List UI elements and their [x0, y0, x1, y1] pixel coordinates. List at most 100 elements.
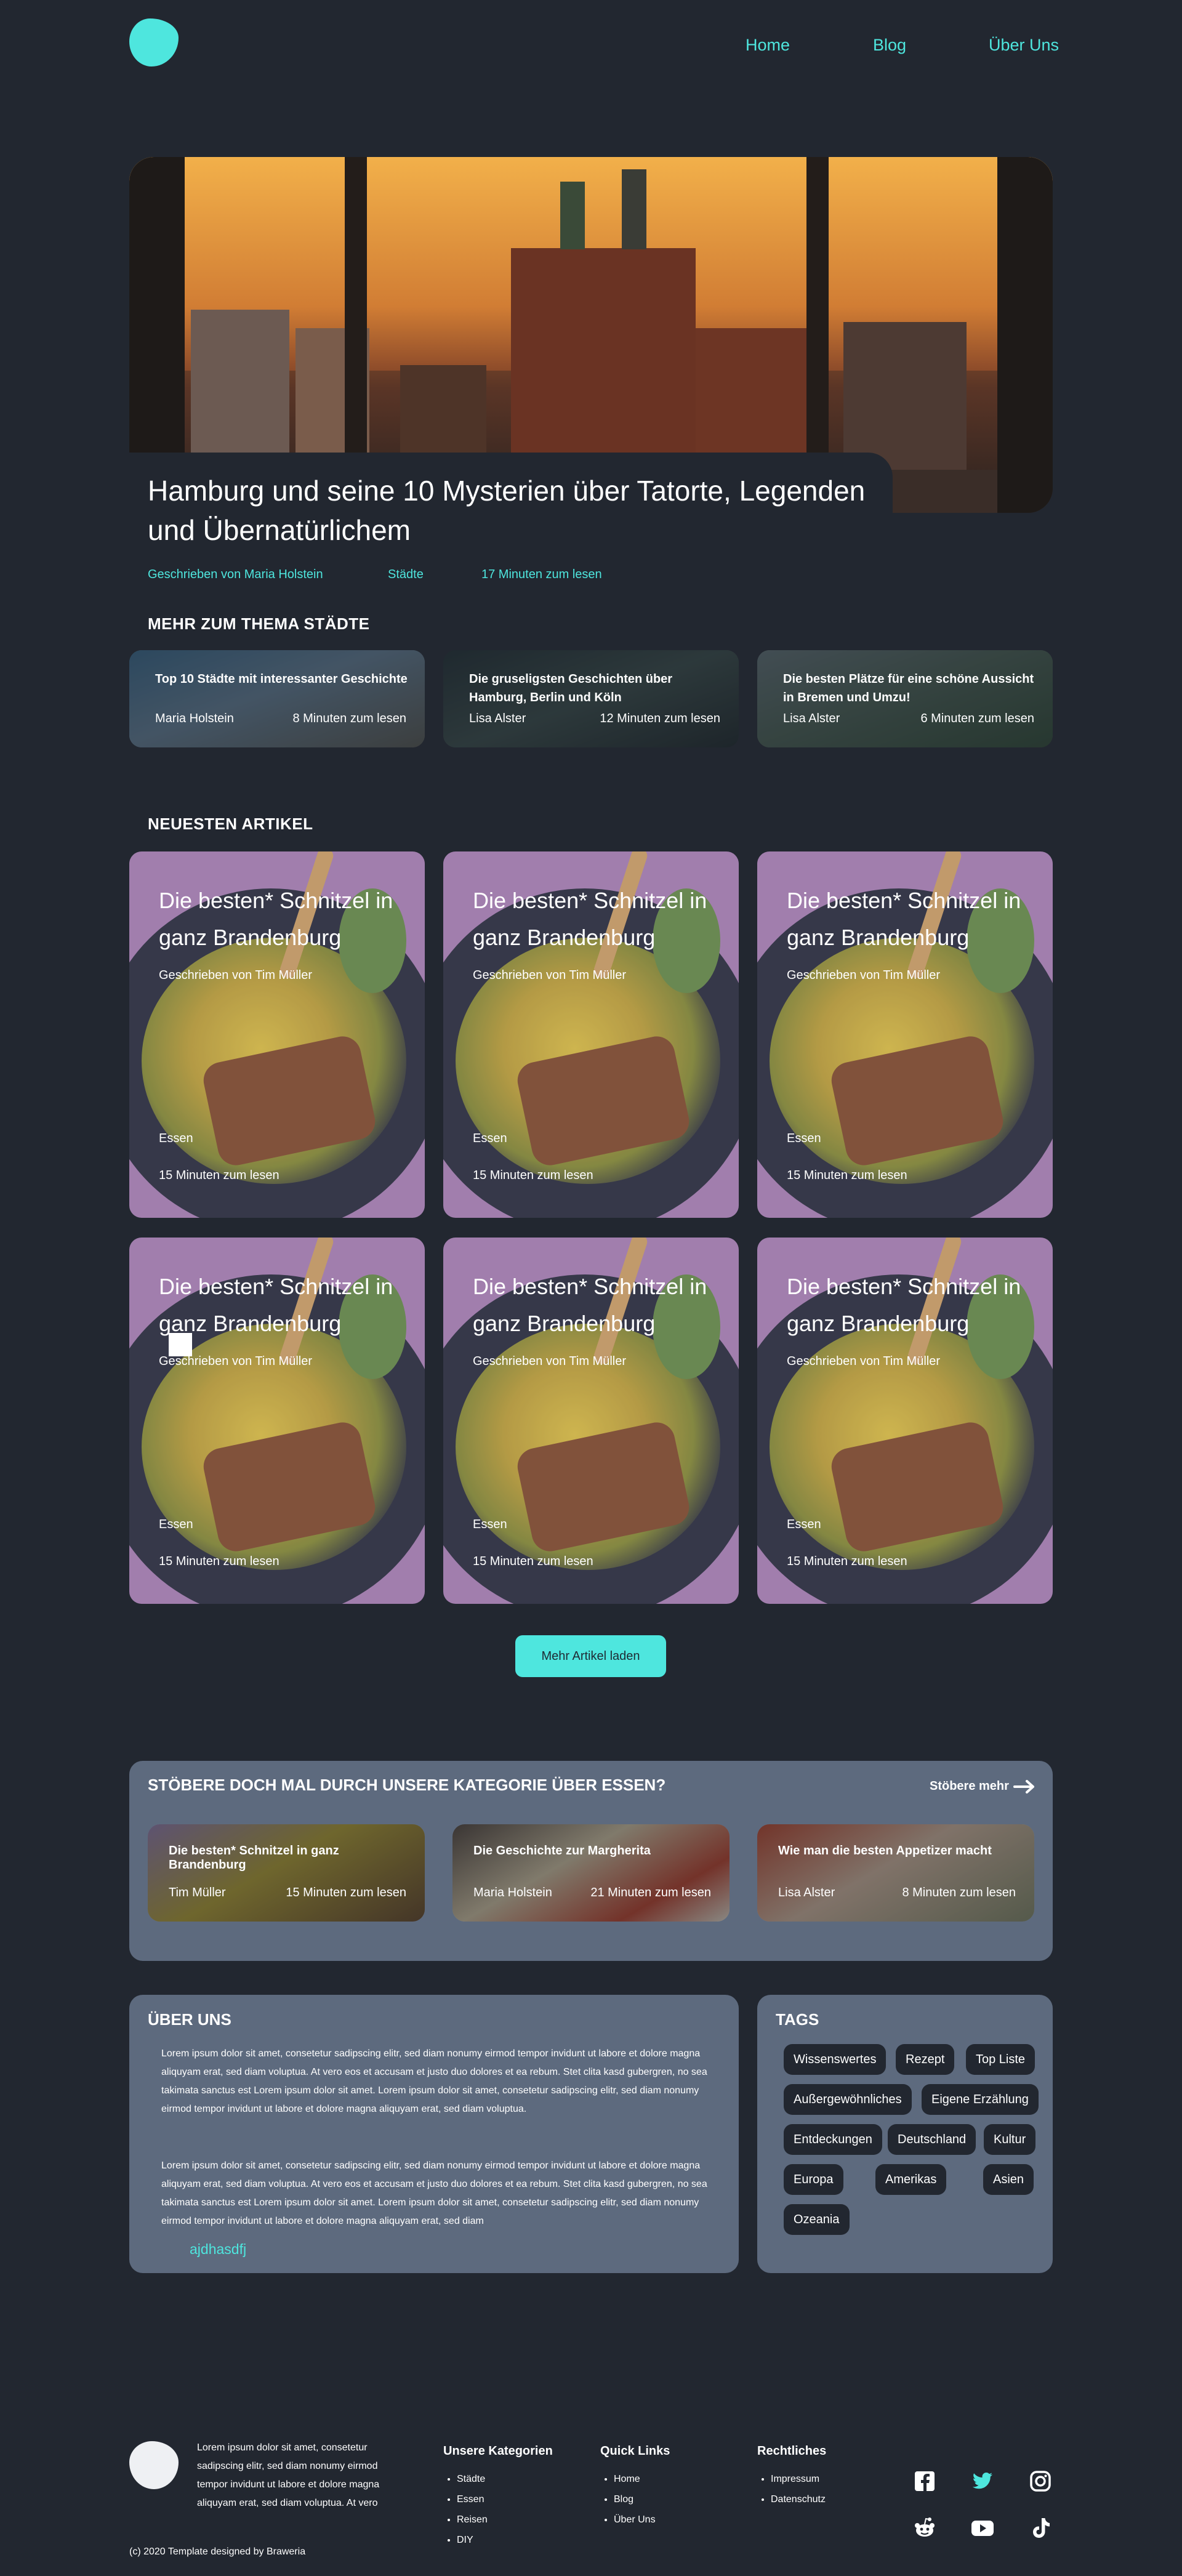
reddit-icon[interactable]: [912, 2516, 937, 2540]
article-category: Essen: [473, 1132, 507, 1145]
footer-categories-list: Städte Essen Reisen DIY: [443, 2469, 488, 2550]
hero-caption: Hamburg und seine 10 Mysterien über Tato…: [129, 453, 893, 579]
tag-kultur[interactable]: Kultur: [984, 2124, 1036, 2155]
article-category: Essen: [473, 1518, 507, 1531]
category-card[interactable]: Die besten* Schnitzel in ganz Brandenbur…: [148, 1824, 425, 1922]
related-card-author: Lisa Alster: [469, 712, 526, 725]
footer-link-reisen[interactable]: Reisen: [457, 2514, 488, 2525]
article-category: Essen: [159, 1132, 193, 1145]
tag-entdeckungen[interactable]: Entdeckungen: [784, 2124, 882, 2155]
related-card[interactable]: Die gruseligsten Geschichten über Hambur…: [443, 650, 739, 747]
category-card-title: Die besten* Schnitzel in ganz Brandenbur…: [169, 1844, 339, 1872]
arrow-right-icon[interactable]: [1013, 1779, 1035, 1795]
footer-legal-heading: Rechtliches: [757, 2444, 827, 2458]
related-card-time: 6 Minuten zum lesen: [920, 712, 1034, 725]
article-read-time: 15 Minuten zum lesen: [159, 1555, 279, 1568]
footer-legal-list: Impressum Datenschutz: [757, 2469, 826, 2510]
related-card[interactable]: Die besten Plätze für eine schöne Aussic…: [757, 650, 1053, 747]
category-card-time: 15 Minuten zum lesen: [286, 1886, 406, 1899]
load-more-button[interactable]: Mehr Artikel laden: [515, 1635, 666, 1677]
tag-deutschland[interactable]: Deutschland: [888, 2124, 976, 2155]
category-card-time: 21 Minuten zum lesen: [590, 1886, 711, 1899]
site-logo[interactable]: [129, 18, 179, 66]
tag-ozeania[interactable]: Ozeania: [784, 2204, 850, 2235]
tag-top-liste[interactable]: Top Liste: [966, 2044, 1035, 2075]
related-card-title: Top 10 Städte mit interessanter Geschich…: [155, 672, 408, 686]
footer-link-diy[interactable]: DIY: [457, 2535, 473, 2545]
hero-title[interactable]: Hamburg und seine 10 Mysterien über Tato…: [148, 471, 874, 550]
twitter-icon[interactable]: [970, 2469, 995, 2493]
nav-about[interactable]: Über Uns: [989, 36, 1059, 55]
instagram-icon[interactable]: [1028, 2469, 1053, 2493]
article-card[interactable]: Die besten* Schnitzel in ganz Brandenbur…: [443, 851, 739, 1218]
related-card-author: Lisa Alster: [783, 712, 840, 725]
footer-quicklinks-list: Home Blog Über Uns: [600, 2469, 656, 2530]
article-read-time: 15 Minuten zum lesen: [159, 1169, 279, 1182]
latest-heading: NEUESTEN ARTIKEL: [148, 815, 313, 833]
hero-read-time: 17 Minuten zum lesen: [481, 568, 602, 581]
article-category: Essen: [787, 1518, 821, 1531]
category-card-title: Wie man die besten Appetizer macht: [778, 1844, 992, 1858]
footer-link-home[interactable]: Home: [614, 2474, 640, 2484]
tag-eigene-erzaehlung[interactable]: Eigene Erzählung: [922, 2084, 1039, 2115]
tag-asien[interactable]: Asien: [983, 2164, 1034, 2195]
article-title: Die besten* Schnitzel in ganz Brandenbur…: [787, 1274, 1021, 1336]
footer-link-about[interactable]: Über Uns: [614, 2514, 656, 2525]
article-title: Die besten* Schnitzel in ganz Brandenbur…: [787, 888, 1021, 950]
article-card[interactable]: Die besten* Schnitzel in ganz Brandenbur…: [129, 851, 425, 1218]
category-card-time: 8 Minuten zum lesen: [902, 1886, 1016, 1899]
article-author: Geschrieben von Tim Müller: [473, 968, 626, 982]
about-panel: [129, 1995, 739, 2273]
tag-rezept[interactable]: Rezept: [896, 2044, 955, 2075]
about-paragraph: Lorem ipsum dolor sit amet, consetetur s…: [161, 2048, 707, 2114]
footer-link-essen[interactable]: Essen: [457, 2494, 484, 2505]
tag-wissenswertes[interactable]: Wissenswertes: [784, 2044, 886, 2075]
broken-image-placeholder: [169, 1333, 192, 1356]
article-card[interactable]: Die besten* Schnitzel in ganz Brandenbur…: [443, 1238, 739, 1604]
category-card-author: Lisa Alster: [778, 1886, 835, 1899]
about-heading: ÜBER UNS: [148, 2010, 231, 2029]
footer-quicklinks-heading: Quick Links: [600, 2444, 670, 2458]
category-card-author: Tim Müller: [169, 1886, 226, 1899]
nav-blog[interactable]: Blog: [873, 36, 906, 55]
article-title: Die besten* Schnitzel in ganz Brandenbur…: [159, 888, 393, 950]
footer-link-datenschutz[interactable]: Datenschutz: [771, 2494, 826, 2505]
article-category: Essen: [787, 1132, 821, 1145]
browse-more-link[interactable]: Stöbere mehr: [930, 1779, 1009, 1793]
related-card-title: Die besten Plätze für eine schöne Aussic…: [783, 672, 1034, 704]
category-card[interactable]: Wie man die besten Appetizer macht Lisa …: [757, 1824, 1034, 1922]
article-title: Die besten* Schnitzel in ganz Brandenbur…: [473, 1274, 707, 1336]
youtube-icon[interactable]: [970, 2516, 995, 2540]
about-link[interactable]: ajdhasdfj: [190, 2241, 246, 2258]
article-read-time: 15 Minuten zum lesen: [787, 1555, 907, 1568]
tag-amerikas[interactable]: Amerikas: [875, 2164, 947, 2195]
category-card-author: Maria Holstein: [473, 1886, 552, 1899]
tag-europa[interactable]: Europa: [784, 2164, 843, 2195]
article-title: Die besten* Schnitzel in ganz Brandenbur…: [473, 888, 707, 950]
related-card[interactable]: Top 10 Städte mit interessanter Geschich…: [129, 650, 425, 747]
category-heading: STÖBERE DOCH MAL DURCH UNSERE KATEGORIE …: [148, 1776, 666, 1794]
footer-logo[interactable]: [129, 2441, 179, 2489]
tiktok-icon[interactable]: [1028, 2516, 1053, 2540]
article-card[interactable]: Die besten* Schnitzel in ganz Brandenbur…: [757, 1238, 1053, 1604]
category-card-title: Die Geschichte zur Margherita: [473, 1844, 651, 1858]
related-card-time: 8 Minuten zum lesen: [292, 712, 406, 725]
article-author: Geschrieben von Tim Müller: [159, 968, 312, 982]
article-author: Geschrieben von Tim Müller: [159, 1354, 312, 1368]
article-author: Geschrieben von Tim Müller: [473, 1354, 626, 1368]
article-category: Essen: [159, 1518, 193, 1531]
article-read-time: 15 Minuten zum lesen: [473, 1169, 593, 1182]
footer-link-impressum[interactable]: Impressum: [771, 2474, 819, 2484]
article-card[interactable]: Die besten* Schnitzel in ganz Brandenbur…: [757, 851, 1053, 1218]
facebook-icon[interactable]: [912, 2469, 937, 2493]
related-card-time: 12 Minuten zum lesen: [600, 712, 720, 725]
footer-link-blog[interactable]: Blog: [614, 2494, 633, 2505]
hero-category[interactable]: Städte: [388, 568, 424, 582]
footer-categories-heading: Unsere Kategorien: [443, 2444, 553, 2458]
article-card[interactable]: Die besten* Schnitzel in ganz Brandenbur…: [129, 1238, 425, 1604]
tag-aussergewoehnliches[interactable]: Außergewöhnliches: [784, 2084, 912, 2115]
nav-home[interactable]: Home: [746, 36, 790, 55]
hero-author[interactable]: Geschrieben von Maria Holstein: [148, 568, 323, 582]
category-card[interactable]: Die Geschichte zur Margherita Maria Hols…: [452, 1824, 730, 1922]
footer-link-staedte[interactable]: Städte: [457, 2474, 485, 2484]
